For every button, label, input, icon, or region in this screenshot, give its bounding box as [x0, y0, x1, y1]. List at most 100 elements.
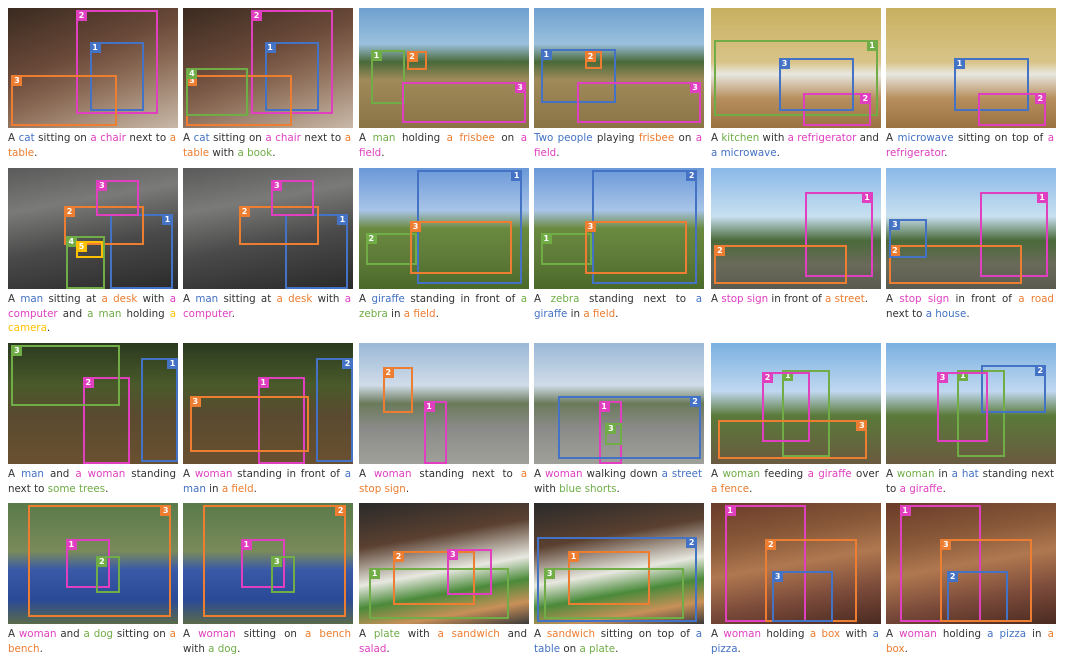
- caption-phrase: .: [864, 293, 869, 305]
- box-number-tag: 3: [11, 345, 23, 357]
- caption-phrase: in: [567, 307, 584, 320]
- panel-caption: A cat sitting on a chair next to a table…: [8, 131, 176, 160]
- bounding-box: 3: [271, 556, 296, 593]
- caption-phrase: .: [944, 146, 948, 159]
- caption-phrase: on: [494, 132, 521, 144]
- caption-phrase: holding: [121, 307, 170, 320]
- box-number-tag: 3: [779, 58, 790, 70]
- caption-phrase: a box: [809, 628, 841, 640]
- box-number-tag: 3: [189, 396, 201, 408]
- caption-phrase: A: [8, 628, 19, 640]
- bounding-box: 1: [370, 50, 405, 104]
- box-number-tag: 2: [64, 205, 76, 217]
- caption-phrase: .: [556, 146, 560, 159]
- caption-phrase: a house: [925, 307, 967, 320]
- bounding-box: 4: [186, 68, 248, 116]
- caption-phrase: sitting on top of: [595, 628, 696, 640]
- box-number-tag: 1: [511, 170, 523, 182]
- box-number-tag: 1: [423, 401, 435, 413]
- caption-phrase: .: [776, 146, 780, 159]
- caption-phrase: a frisbee: [446, 132, 495, 144]
- caption-phrase: .: [904, 642, 908, 655]
- caption-phrase: with: [183, 642, 209, 655]
- caption-phrase: and: [57, 307, 88, 320]
- caption-phrase: A: [711, 468, 723, 480]
- scene-photo: 12: [359, 343, 529, 464]
- box-number-tag: 2: [585, 51, 596, 63]
- caption-phrase: some trees: [47, 482, 106, 495]
- figure-panel: 123A woman sitting on a bench with a dog…: [183, 503, 353, 660]
- caption-phrase: .: [272, 146, 276, 159]
- caption-phrase: with: [312, 293, 345, 305]
- caption-phrase: .: [942, 482, 946, 495]
- bounding-box: 3: [11, 75, 117, 126]
- scene-photo: 12345: [8, 168, 178, 289]
- caption-phrase: frisbee: [638, 132, 675, 144]
- box-number-tag: 3: [96, 180, 108, 192]
- caption-phrase: in front of: [949, 293, 1019, 305]
- panel-caption: A woman and a dog sitting on a bench.: [8, 627, 176, 656]
- caption-phrase: .: [46, 322, 51, 334]
- bounding-box: 3: [11, 345, 121, 406]
- panel-caption: A sandwich sitting on top of a table on …: [534, 627, 702, 656]
- box-number-tag: 2: [765, 539, 777, 551]
- caption-phrase: .: [231, 307, 235, 320]
- figure-panel: 123A woman feeding a giraffe over a fenc…: [711, 343, 881, 508]
- panel-caption: A kitchen with a refrigerator and a micr…: [711, 131, 879, 160]
- caption-phrase: on: [560, 642, 580, 655]
- caption-phrase: man: [21, 468, 44, 480]
- caption-phrase: a giraffe: [807, 468, 852, 480]
- box-number-tag: 2: [1034, 364, 1046, 376]
- scene-photo: 123: [886, 343, 1056, 464]
- caption-phrase: over: [851, 468, 879, 480]
- box-number-tag: 3: [585, 221, 596, 233]
- caption-phrase: A: [534, 293, 551, 305]
- panel-caption: A stop sign in front of a road next to a…: [886, 292, 1054, 321]
- figure-panel: 123 A man and a woman standing next to so…: [8, 343, 178, 508]
- caption-phrase: sitting at: [218, 293, 277, 305]
- caption-phrase: .: [615, 307, 619, 320]
- box-number-tag: 2: [406, 51, 418, 63]
- bounding-box: 3: [585, 221, 687, 275]
- caption-phrase: sitting on: [209, 132, 266, 144]
- bounding-box: 3: [401, 82, 526, 124]
- caption-phrase: A: [359, 132, 373, 144]
- caption-phrase: a bench: [305, 628, 351, 640]
- box-number-tag: 2: [1034, 93, 1046, 105]
- caption-phrase: sitting on top of: [953, 132, 1048, 144]
- caption-phrase: with: [534, 482, 560, 495]
- panel-caption: A cat sitting on a chair next to a table…: [183, 131, 351, 160]
- figure-panel: 123A woman walking down a street with bl…: [534, 343, 704, 508]
- bounding-box: 3: [271, 180, 314, 217]
- caption-phrase: cat: [18, 132, 35, 144]
- scene-photo: 123: [534, 8, 704, 128]
- caption-phrase: a pizza: [987, 628, 1027, 640]
- figure-panel: 1 2 3 A woman standing in front of a man in…: [183, 343, 353, 508]
- caption-phrase: .: [34, 146, 38, 159]
- caption-phrase: A: [359, 468, 374, 480]
- caption-phrase: A: [183, 132, 194, 144]
- bounding-box: 2: [557, 396, 701, 460]
- figure-panel: 123A woman in a hat standing next to a g…: [886, 343, 1056, 508]
- figure-panel: 1 2 3 A woman holding a box with a pizza.: [711, 503, 881, 660]
- panel-caption: A woman walking down a street with blue …: [534, 467, 702, 496]
- caption-phrase: walking down: [582, 468, 662, 480]
- box-number-tag: 3: [410, 221, 421, 233]
- box-number-tag: 3: [514, 82, 526, 94]
- caption-phrase: standing next to: [579, 293, 696, 305]
- box-number-tag: 2: [251, 10, 262, 22]
- figure-grid: 123A cat sitting on a chair next to a ta…: [0, 0, 1073, 663]
- box-number-tag: 3: [11, 75, 23, 87]
- box-number-tag: 1: [954, 58, 965, 70]
- caption-phrase: A: [183, 628, 199, 640]
- caption-phrase: giraffe: [371, 293, 405, 305]
- box-number-tag: 2: [689, 396, 701, 408]
- box-number-tag: 2: [335, 505, 347, 517]
- scene-photo: 123: [8, 503, 178, 624]
- box-number-tag: 1: [861, 192, 873, 204]
- panel-caption: A man sitting at a desk with a computer …: [8, 292, 176, 336]
- caption-phrase: a microwave: [711, 146, 777, 159]
- box-number-tag: 3: [937, 372, 948, 384]
- caption-phrase: Two people: [534, 132, 593, 144]
- bounding-box: 2: [977, 93, 1046, 126]
